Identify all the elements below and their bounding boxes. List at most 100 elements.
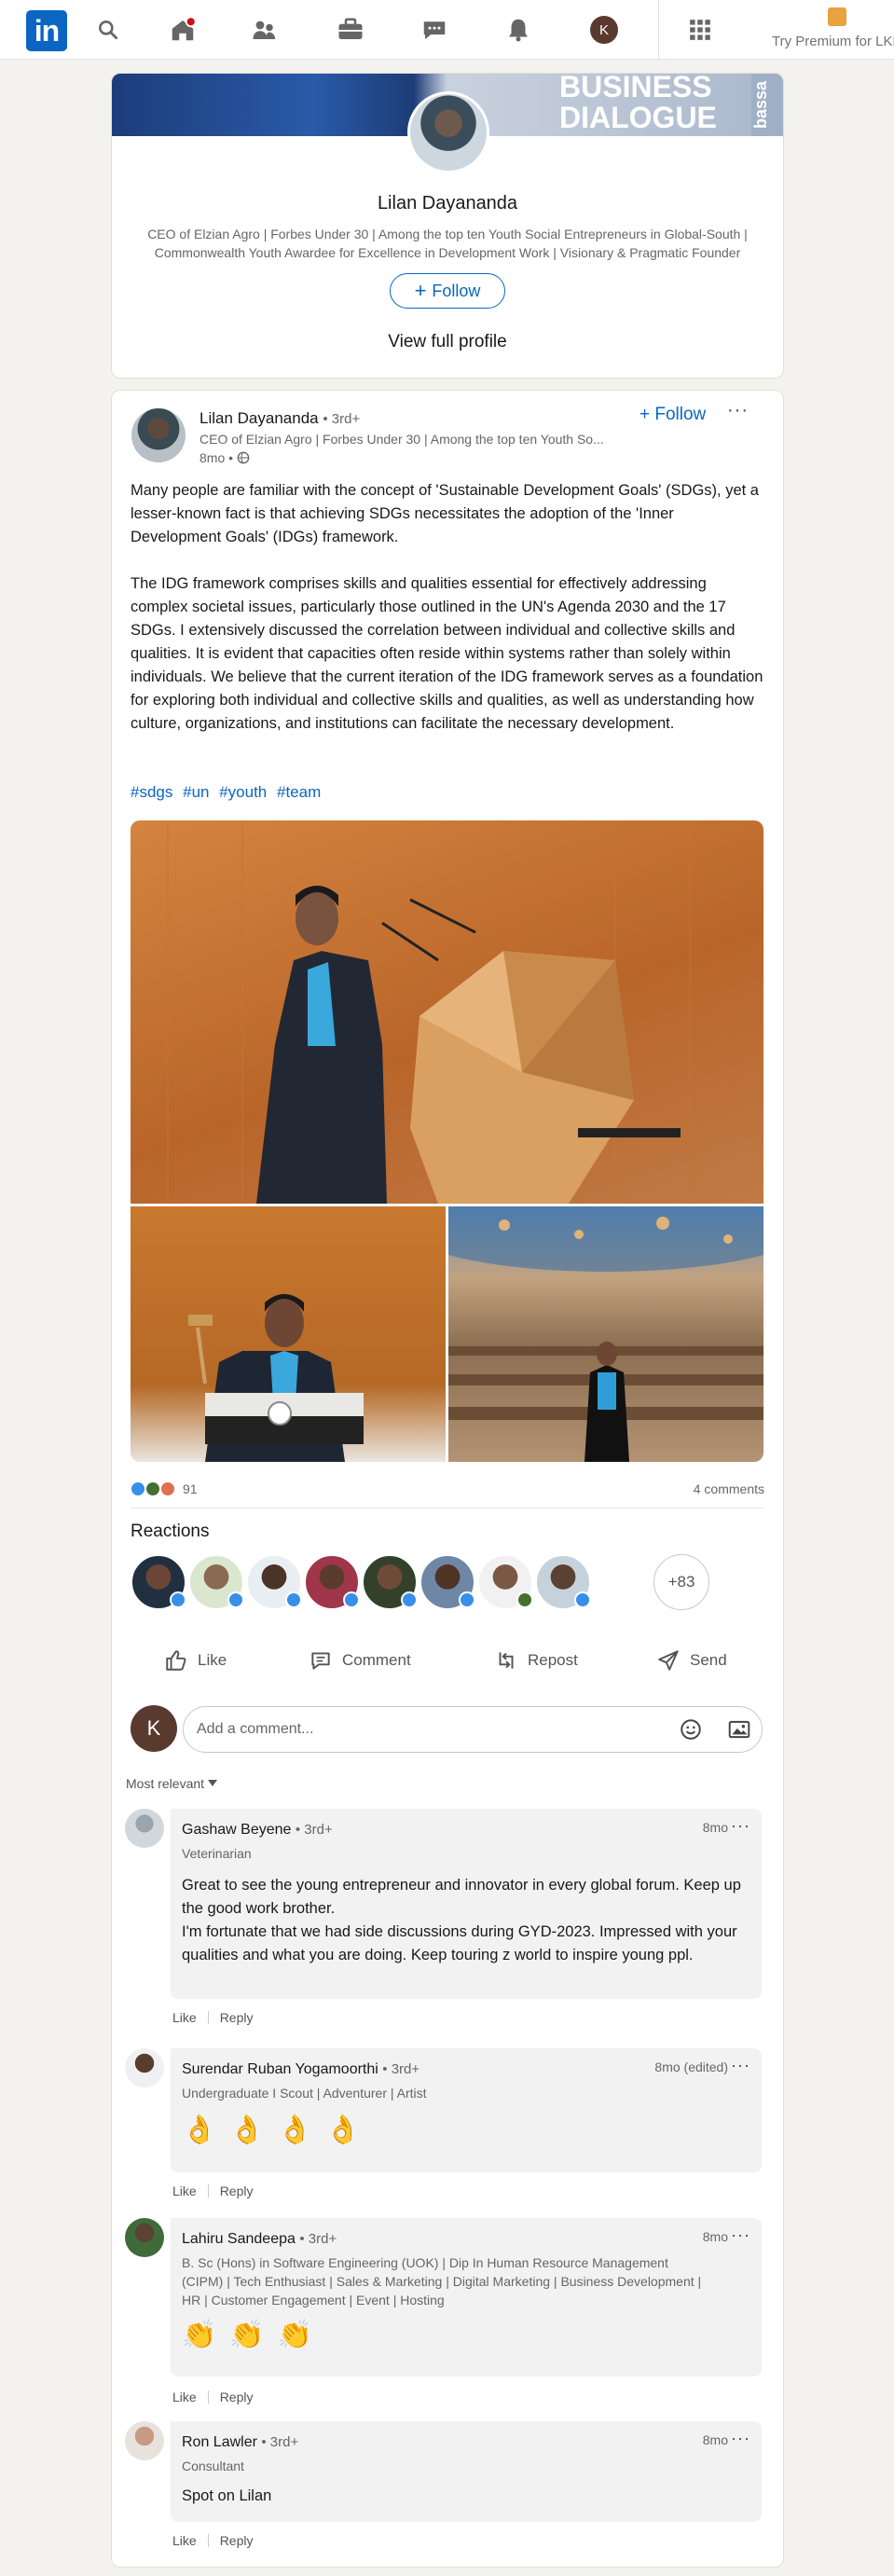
add-comment-input[interactable]: Add a comment... <box>183 1706 763 1753</box>
commenter-avatar[interactable] <box>125 2218 164 2257</box>
premium-icon[interactable] <box>828 7 846 26</box>
commenter-name[interactable]: Gashaw Beyene <box>182 1822 291 1838</box>
me-initial: K <box>590 16 618 44</box>
comment-item: Lahiru Sandeepa • 3rd+ B. Sc (Hons) in S… <box>125 2218 777 2404</box>
comment-label: Comment <box>342 1651 411 1669</box>
sort-comments-dropdown[interactable]: Most relevant <box>126 1776 218 1791</box>
profile-follow-button[interactable]: + Follow <box>390 273 505 309</box>
send-icon <box>658 1650 679 1671</box>
comment-reply-button[interactable]: Reply <box>220 2183 254 2198</box>
reactor-avatar[interactable] <box>362 1554 418 1610</box>
thumbs-up-icon <box>166 1650 186 1671</box>
commenter-name[interactable]: Lahiru Sandeepa <box>182 2231 296 2247</box>
view-full-profile-link[interactable]: View full profile <box>112 332 783 352</box>
comment-more-icon[interactable]: ··· <box>731 1816 750 1836</box>
commenter-avatar[interactable] <box>125 2421 164 2460</box>
like-reaction-icon <box>343 1591 360 1608</box>
comment-time: 8mo <box>702 2432 728 2447</box>
search-icon[interactable] <box>91 13 125 47</box>
like-reaction-icon <box>227 1591 244 1608</box>
reactor-avatar[interactable] <box>535 1554 591 1610</box>
emoji-icon[interactable] <box>679 1717 703 1746</box>
banner-text: BUSINESS DIALOGUE <box>559 73 717 134</box>
reactor-avatar[interactable] <box>131 1554 186 1610</box>
comment-bubble: Ron Lawler • 3rd+ Consultant 8mo ··· Spo… <box>171 2421 762 2522</box>
comment-reply-button[interactable]: Reply <box>220 2010 254 2025</box>
me-avatar[interactable]: K <box>587 13 621 47</box>
commenter-avatar[interactable] <box>125 2048 164 2087</box>
hashtag-link[interactable]: #un <box>183 783 209 801</box>
comment-bubble: Gashaw Beyene • 3rd+ Veterinarian 8mo ··… <box>171 1809 762 1999</box>
profile-name[interactable]: Lilan Dayananda <box>112 193 783 214</box>
comment-like-button[interactable]: Like <box>172 2533 197 2548</box>
post-image-main[interactable] <box>131 820 763 1204</box>
like-reaction-icon <box>131 1481 145 1496</box>
reactor-avatar[interactable] <box>419 1554 475 1610</box>
comment-like-button[interactable]: Like <box>172 2010 197 2025</box>
comment-more-icon[interactable]: ··· <box>731 2056 750 2075</box>
reactor-avatar[interactable] <box>246 1554 302 1610</box>
messaging-icon[interactable] <box>418 13 451 47</box>
my-network-icon[interactable] <box>248 13 282 47</box>
post-author-degree: • 3rd+ <box>323 411 361 427</box>
home-icon[interactable] <box>166 13 199 47</box>
linkedin-logo[interactable]: in <box>26 10 67 51</box>
comment-actions: Like Reply <box>172 2533 253 2548</box>
reactor-avatar[interactable] <box>188 1554 244 1610</box>
comments-count-link[interactable]: 4 comments <box>694 1481 764 1496</box>
post-image-bottom-left[interactable] <box>131 1206 446 1462</box>
hashtag-link[interactable]: #sdgs <box>131 783 172 801</box>
post-author-avatar[interactable] <box>131 408 186 462</box>
send-button[interactable]: Send <box>656 1648 727 1673</box>
comment-more-icon[interactable]: ··· <box>731 2429 750 2448</box>
plus-icon: + <box>640 405 655 424</box>
hashtag-link[interactable]: #youth <box>219 783 267 801</box>
plus-icon: + <box>414 279 427 302</box>
comment-reply-button[interactable]: Reply <box>220 2390 254 2404</box>
apps-grid-icon[interactable] <box>683 13 717 47</box>
try-premium-link[interactable]: Try Premium for LKR0 <box>772 34 894 49</box>
comment-emoji: 👏👏👏 <box>182 2320 326 2350</box>
profile-avatar[interactable] <box>407 91 489 173</box>
post-text: Many people are familiar with the concep… <box>131 482 763 732</box>
post-follow-button[interactable]: + Follow <box>640 405 706 425</box>
comment-text: Great to see the young entrepreneur and … <box>182 1877 741 1963</box>
comment-button[interactable]: Comment <box>309 1648 411 1673</box>
send-label: Send <box>690 1651 727 1669</box>
commenter-name-row: Lahiru Sandeepa • 3rd+ <box>182 2231 337 2248</box>
repost-button[interactable]: Repost <box>494 1648 578 1673</box>
comment-like-button[interactable]: Like <box>172 2390 197 2404</box>
post-time-text: 8mo • <box>199 450 234 465</box>
image-icon[interactable] <box>727 1717 751 1746</box>
comment-more-icon[interactable]: ··· <box>731 2225 750 2245</box>
like-label: Like <box>198 1651 227 1669</box>
banner-side-text: bassa <box>751 74 783 136</box>
reaction-summary[interactable]: 91 <box>131 1481 198 1496</box>
reactor-avatar[interactable] <box>477 1554 533 1610</box>
hashtag-link[interactable]: #team <box>277 783 321 801</box>
post-follow-label: Follow <box>654 405 707 424</box>
comment-bubble: Surendar Ruban Yogamoorthi • 3rd+ Underg… <box>171 2048 762 2172</box>
jobs-icon[interactable] <box>334 13 367 47</box>
current-user-avatar: K <box>131 1705 177 1752</box>
comment-actions: Like Reply <box>172 2390 253 2404</box>
commenter-headline: B. Sc (Hons) in Software Engineering (UO… <box>182 2255 702 2307</box>
commenter-headline: Veterinarian <box>182 1846 252 1861</box>
commenter-degree: • 3rd+ <box>382 2061 420 2077</box>
commenter-avatar[interactable] <box>125 1809 164 1848</box>
post-author[interactable]: Lilan Dayananda • 3rd+ <box>199 409 360 428</box>
reactor-avatar[interactable] <box>304 1554 360 1610</box>
more-reactors-button[interactable]: +83 <box>653 1554 709 1610</box>
profile-card: BUSINESS DIALOGUE bassa Lilan Dayananda … <box>111 73 784 379</box>
commenter-name[interactable]: Surendar Ruban Yogamoorthi <box>182 2061 378 2077</box>
repost-label: Repost <box>528 1651 578 1669</box>
post-more-icon[interactable]: ··· <box>727 400 749 421</box>
comment-like-button[interactable]: Like <box>172 2183 197 2198</box>
comment-reply-button[interactable]: Reply <box>220 2533 254 2548</box>
divider <box>207 2390 209 2404</box>
post-image-bottom-right[interactable] <box>448 1206 763 1462</box>
commenter-name[interactable]: Ron Lawler <box>182 2434 257 2450</box>
post-author-name[interactable]: Lilan Dayananda <box>199 409 319 427</box>
like-button[interactable]: Like <box>164 1648 227 1673</box>
notifications-icon[interactable] <box>502 13 535 47</box>
